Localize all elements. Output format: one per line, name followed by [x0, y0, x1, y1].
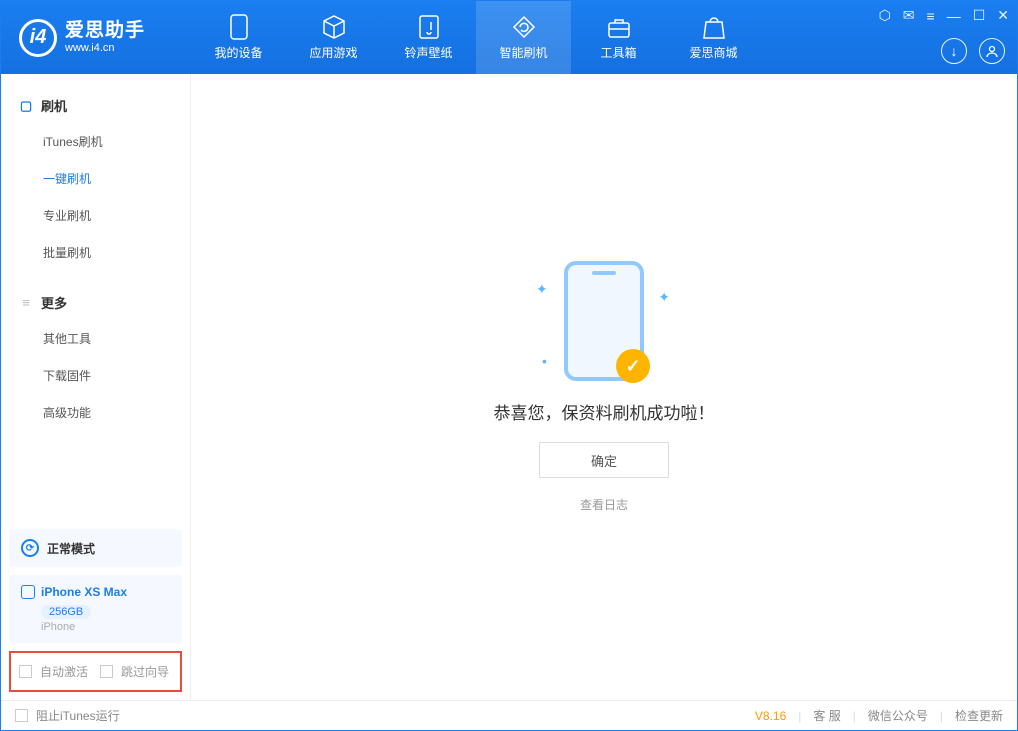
checkbox-auto-activate[interactable]: 自动激活 — [19, 663, 88, 680]
divider: | — [798, 709, 801, 723]
tab-label: 爱思商城 — [689, 44, 737, 61]
ok-button[interactable]: 确定 — [539, 442, 669, 478]
mode-icon: ⟳ — [21, 539, 39, 557]
app-name-en: www.i4.cn — [65, 42, 145, 55]
sidebar-item-advanced[interactable]: 高级功能 — [1, 394, 190, 431]
refresh-icon — [511, 14, 537, 40]
titlebar-actions: ↓ — [941, 38, 1005, 64]
sidebar-section-flash: ▢ 刷机 iTunes刷机 一键刷机 专业刷机 批量刷机 — [1, 74, 190, 271]
sidebar-header-label: 刷机 — [41, 96, 67, 115]
sidebar-header-more[interactable]: ≡ 更多 — [1, 285, 190, 320]
mode-box[interactable]: ⟳ 正常模式 — [9, 529, 182, 567]
sparkle-icon: • — [542, 353, 547, 369]
sidebar-section-more: ≡ 更多 其他工具 下载固件 高级功能 — [1, 271, 190, 431]
sidebar-header-label: 更多 — [41, 293, 67, 312]
sidebar-item-itunes-flash[interactable]: iTunes刷机 — [1, 123, 190, 160]
checkbox-label: 跳过向导 — [121, 663, 169, 680]
minimize-button[interactable]: — — [947, 8, 961, 24]
link-wechat[interactable]: 微信公众号 — [868, 707, 928, 724]
checkbox-block-itunes[interactable]: 阻止iTunes运行 — [15, 707, 120, 724]
bag-icon — [701, 14, 727, 40]
checkbox-skip-guide[interactable]: 跳过向导 — [100, 663, 169, 680]
app-window: i4 爱思助手 www.i4.cn 我的设备 应用游戏 铃声壁纸 智能刷机 — [0, 0, 1018, 731]
download-button[interactable]: ↓ — [941, 38, 967, 64]
success-message: 恭喜您，保资料刷机成功啦！ — [494, 399, 715, 424]
statusbar-right: V8.16 | 客 服 | 微信公众号 | 检查更新 — [755, 707, 1003, 724]
check-badge-icon: ✓ — [616, 349, 650, 383]
tab-toolbox[interactable]: 工具箱 — [571, 1, 666, 74]
toolbox-icon — [606, 14, 632, 40]
logo-text: 爱思助手 www.i4.cn — [65, 20, 145, 56]
phone-small-icon — [21, 585, 35, 599]
checkbox-icon — [19, 665, 32, 678]
main-tabs: 我的设备 应用游戏 铃声壁纸 智能刷机 工具箱 爱思商城 — [191, 1, 761, 74]
music-icon — [416, 14, 442, 40]
sidebar-item-other-tools[interactable]: 其他工具 — [1, 320, 190, 357]
cube-icon — [321, 14, 347, 40]
checkbox-icon — [100, 665, 113, 678]
window-controls: ⬡ ✉ ≡ — ☐ ✕ — [879, 7, 1009, 24]
logo[interactable]: i4 爱思助手 www.i4.cn — [1, 1, 191, 74]
sidebar-item-pro-flash[interactable]: 专业刷机 — [1, 197, 190, 234]
tab-label: 应用游戏 — [309, 44, 357, 61]
tab-label: 铃声壁纸 — [404, 44, 452, 61]
feedback-icon[interactable]: ✉ — [903, 7, 915, 24]
close-button[interactable]: ✕ — [997, 7, 1009, 24]
sparkle-icon: ✦ — [658, 289, 670, 306]
phone-illustration: ✓ — [564, 261, 644, 381]
tab-my-device[interactable]: 我的设备 — [191, 1, 286, 74]
device-icon — [226, 14, 252, 40]
tab-apps-games[interactable]: 应用游戏 — [286, 1, 381, 74]
sidebar: ▢ 刷机 iTunes刷机 一键刷机 专业刷机 批量刷机 ≡ 更多 其他工具 下… — [1, 74, 191, 700]
tab-label: 工具箱 — [600, 44, 636, 61]
sidebar-item-onekey-flash[interactable]: 一键刷机 — [1, 160, 190, 197]
success-illustration: ✦ • ✦ ✓ — [564, 261, 644, 381]
menu-icon[interactable]: ≡ — [927, 8, 935, 24]
tab-label: 我的设备 — [214, 44, 262, 61]
mode-label: 正常模式 — [47, 540, 95, 557]
version-label: V8.16 — [755, 709, 786, 723]
shirt-icon[interactable]: ⬡ — [879, 7, 891, 24]
sidebar-header-flash[interactable]: ▢ 刷机 — [1, 88, 190, 123]
checkbox-icon — [15, 709, 28, 722]
device-box[interactable]: iPhone XS Max 256GB iPhone — [9, 575, 182, 643]
sidebar-bottom: ⟳ 正常模式 iPhone XS Max 256GB iPhone 自动激活 — [1, 521, 190, 700]
device-storage: 256GB — [41, 605, 91, 619]
list-icon: ≡ — [19, 296, 33, 310]
phone-icon: ▢ — [19, 99, 33, 113]
device-name: iPhone XS Max — [41, 585, 127, 599]
highlighted-options: 自动激活 跳过向导 — [9, 651, 182, 692]
logo-icon: i4 — [19, 19, 57, 57]
tab-store[interactable]: 爱思商城 — [666, 1, 761, 74]
tab-label: 智能刷机 — [499, 44, 547, 61]
device-type: iPhone — [41, 621, 170, 633]
checkbox-label: 阻止iTunes运行 — [36, 707, 120, 724]
sparkle-icon: ✦ — [536, 281, 548, 298]
main-content: ✦ • ✦ ✓ 恭喜您，保资料刷机成功啦！ 确定 查看日志 — [191, 74, 1017, 700]
divider: | — [940, 709, 943, 723]
sidebar-item-batch-flash[interactable]: 批量刷机 — [1, 234, 190, 271]
user-button[interactable] — [979, 38, 1005, 64]
app-name-cn: 爱思助手 — [65, 20, 145, 43]
checkbox-label: 自动激活 — [40, 663, 88, 680]
sidebar-item-download-firmware[interactable]: 下载固件 — [1, 357, 190, 394]
link-service[interactable]: 客 服 — [813, 707, 840, 724]
body: ▢ 刷机 iTunes刷机 一键刷机 专业刷机 批量刷机 ≡ 更多 其他工具 下… — [1, 74, 1017, 700]
tab-smart-flash[interactable]: 智能刷机 — [476, 1, 571, 74]
divider: | — [853, 709, 856, 723]
statusbar: 阻止iTunes运行 V8.16 | 客 服 | 微信公众号 | 检查更新 — [1, 700, 1017, 730]
titlebar: i4 爱思助手 www.i4.cn 我的设备 应用游戏 铃声壁纸 智能刷机 — [1, 1, 1017, 74]
link-update[interactable]: 检查更新 — [955, 707, 1003, 724]
tab-ringtone-wallpaper[interactable]: 铃声壁纸 — [381, 1, 476, 74]
view-log-link[interactable]: 查看日志 — [580, 496, 628, 513]
maximize-button[interactable]: ☐ — [973, 7, 986, 24]
